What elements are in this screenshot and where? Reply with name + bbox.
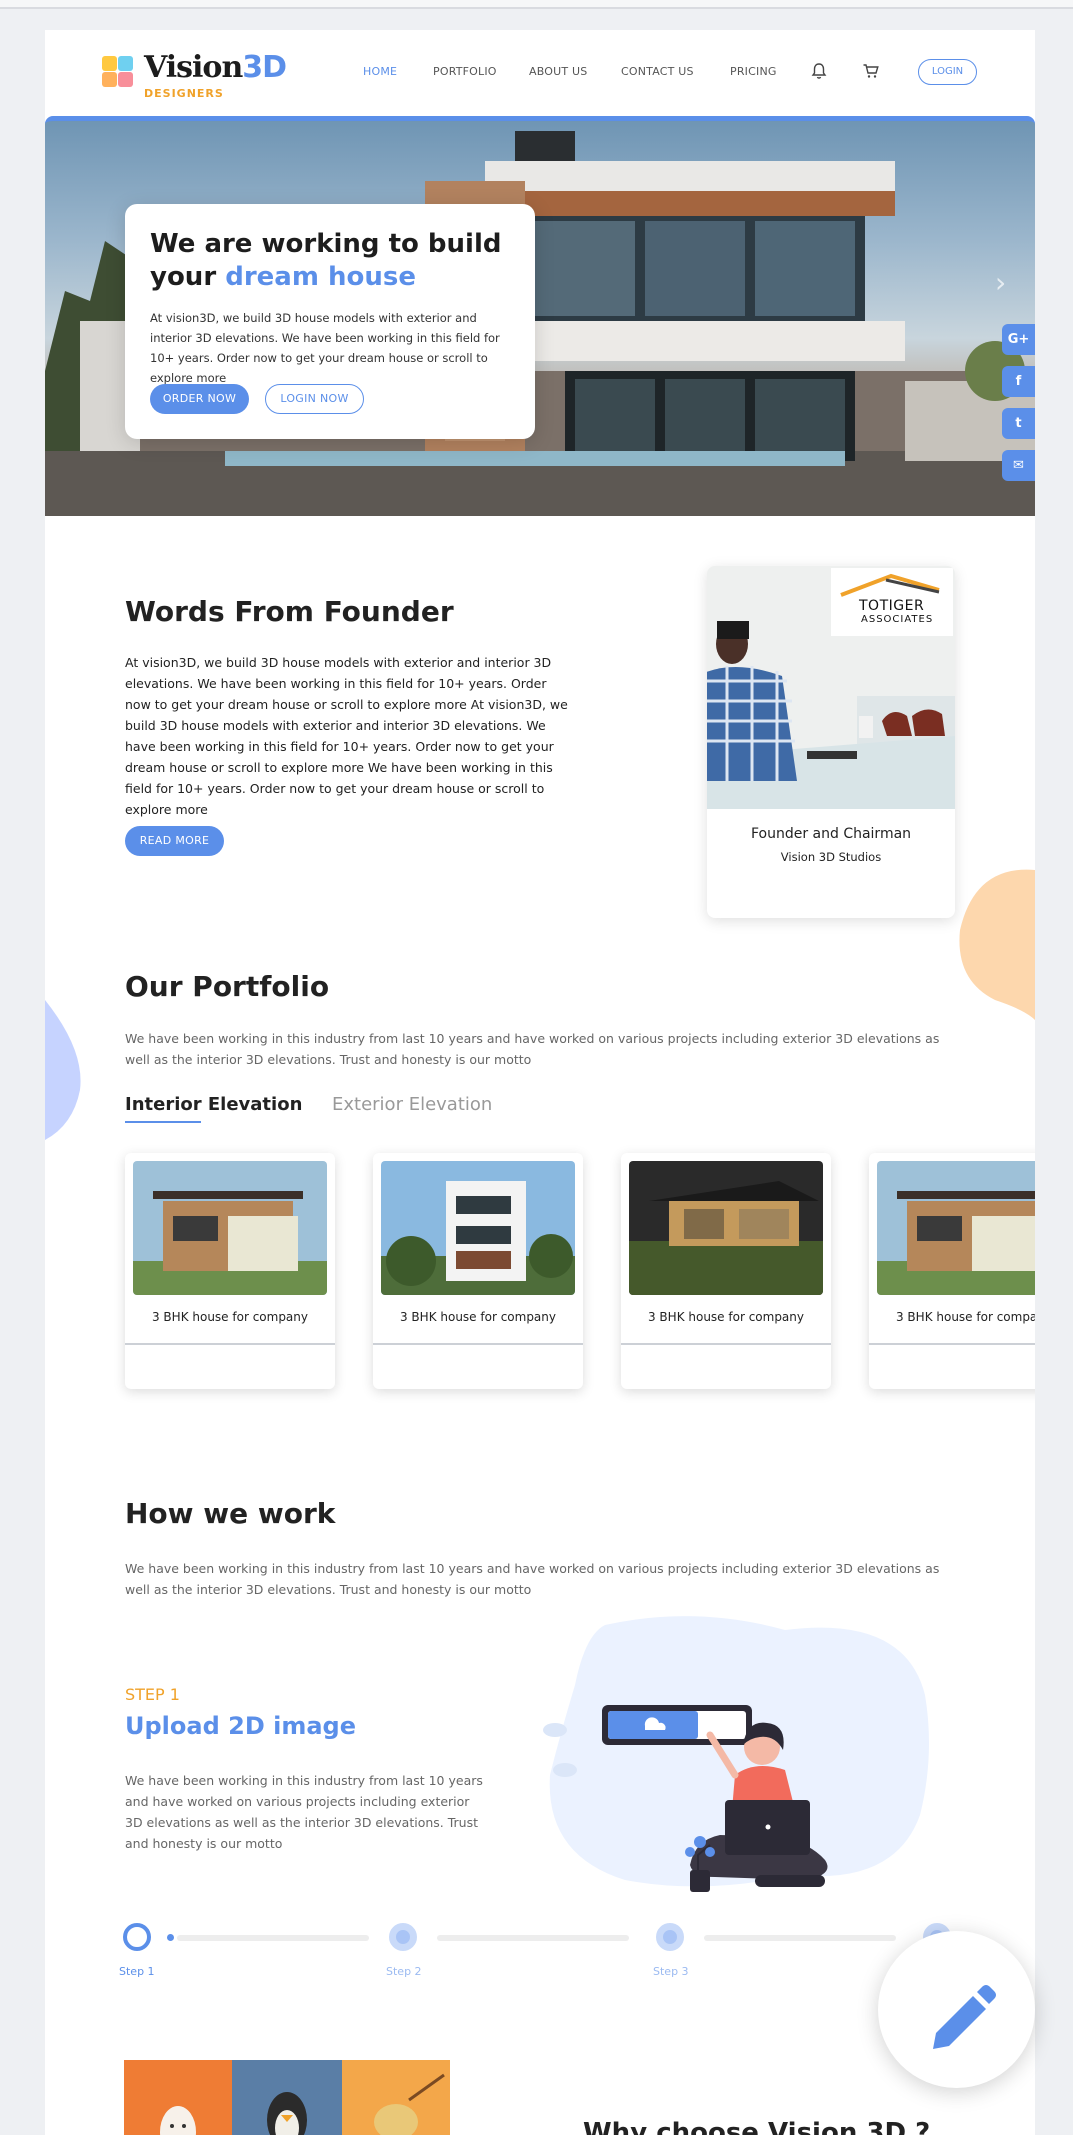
portfolio-image [629, 1161, 823, 1295]
portfolio-image [877, 1161, 1035, 1295]
tab-exterior-elevation[interactable]: Exterior Elevation [332, 1094, 492, 1115]
hero-card: We are working to build your dream house… [125, 204, 535, 439]
portfolio-caption: 3 BHK house for company [399, 1310, 556, 1324]
founder-text: At vision3D, we build 3D house models wi… [125, 655, 568, 817]
bell-icon[interactable] [810, 62, 828, 80]
portfolio-caption: 3 BHK house for company [151, 1310, 308, 1324]
totiger-associates-logo: TOTIGER ASSOCIATES [831, 568, 953, 636]
card-divider [373, 1343, 583, 1345]
pencil-icon [933, 1985, 996, 2049]
founder-photo: TOTIGER ASSOCIATES [707, 566, 955, 809]
progress-track-1 [177, 1935, 369, 1941]
decorative-orange-blob [959, 869, 1035, 1020]
portfolio-caption: 3 BHK house for company [895, 1310, 1035, 1324]
portfolio-card[interactable]: 3 BHK house for company [621, 1153, 831, 1389]
upload-illustration [543, 1616, 929, 1892]
card-divider [125, 1343, 335, 1345]
portfolio-card[interactable]: 3 BHK house for company [869, 1153, 1035, 1389]
order-now-button[interactable]: ORDER NOW [150, 384, 249, 414]
hero-title-highlight: dream house [225, 262, 416, 292]
card-divider [869, 1343, 1035, 1345]
card-divider [621, 1343, 831, 1345]
nav-contact-us[interactable]: CONTACT US [621, 65, 694, 78]
step-1-label: Step 1 [119, 1965, 155, 1978]
tab-interior-elevation[interactable]: Interior Elevation [125, 1094, 302, 1115]
nav-about-us[interactable]: ABOUT US [529, 65, 587, 78]
login-now-button[interactable]: LOGIN NOW [265, 384, 364, 414]
hero-banner: › We are working to build your dream hou… [45, 116, 1035, 516]
hero-title: We are working to build your dream house [150, 229, 502, 292]
portfolio-text: We have been working in this industry fr… [125, 1031, 940, 1067]
browser-top-strip [0, 0, 1073, 9]
why-choose-image [124, 2060, 450, 2135]
step-3-label: Step 3 [653, 1965, 689, 1978]
mail-icon[interactable]: ✉ [1002, 450, 1035, 481]
founder-company: Vision 3D Studios [780, 850, 882, 864]
site-header: Vision3D DESIGNERS HOME PORTFOLIO ABOUT … [45, 30, 1035, 116]
brand-logo[interactable]: Vision3D DESIGNERS [100, 50, 300, 100]
nav-portfolio[interactable]: PORTFOLIO [433, 65, 497, 78]
nav-pricing[interactable]: PRICING [730, 65, 777, 78]
step-2-indicator[interactable] [389, 1923, 417, 1951]
page: Vision3D DESIGNERS HOME PORTFOLIO ABOUT … [45, 30, 1035, 2135]
read-more-button[interactable]: READ MORE [125, 826, 224, 856]
twitter-icon[interactable]: t [1002, 408, 1035, 439]
google-plus-icon[interactable]: G+ [1002, 324, 1035, 355]
facebook-icon[interactable]: f [1002, 366, 1035, 397]
active-tab-indicator [125, 1121, 201, 1123]
cart-icon[interactable] [862, 62, 880, 80]
hero-text: At vision3D, we build 3D house models wi… [150, 311, 500, 385]
step-1-indicator[interactable] [123, 1923, 151, 1951]
portfolio-image [133, 1161, 327, 1295]
portfolio-heading: Our Portfolio [125, 970, 330, 1003]
logo-mark-icon [100, 56, 134, 90]
why-choose-heading: Why choose Vision 3D ? [583, 2118, 931, 2135]
step-number-label: STEP 1 [125, 1685, 180, 1704]
step-2-label: Step 2 [386, 1965, 422, 1978]
founder-card: TOTIGER ASSOCIATES Founder and Chairman … [707, 566, 955, 918]
login-button[interactable]: LOGIN [918, 59, 977, 85]
brand-tagline: DESIGNERS [144, 87, 224, 100]
step-text: We have been working in this industry fr… [125, 1773, 483, 1851]
brand-name: Vision3D [144, 50, 287, 85]
progress-dot [167, 1934, 174, 1941]
how-text: We have been working in this industry fr… [125, 1561, 940, 1597]
edit-fab-button[interactable] [878, 1931, 1035, 2088]
how-heading: How we work [125, 1497, 336, 1530]
founder-heading: Words From Founder [125, 595, 454, 628]
step-3-indicator[interactable] [656, 1923, 684, 1951]
nav-home[interactable]: HOME [363, 65, 397, 78]
portfolio-image [381, 1161, 575, 1295]
progress-track-3 [704, 1935, 896, 1941]
decorative-blue-blob [45, 1000, 81, 1140]
step-title: Upload 2D image [125, 1712, 356, 1740]
progress-track-2 [437, 1935, 629, 1941]
portfolio-card[interactable]: 3 BHK house for company [373, 1153, 583, 1389]
chevron-right-icon[interactable]: › [995, 266, 1006, 299]
founder-role: Founder and Chairman [750, 826, 912, 842]
portfolio-caption: 3 BHK house for company [647, 1310, 804, 1324]
portfolio-card[interactable]: 3 BHK house for company [125, 1153, 335, 1389]
